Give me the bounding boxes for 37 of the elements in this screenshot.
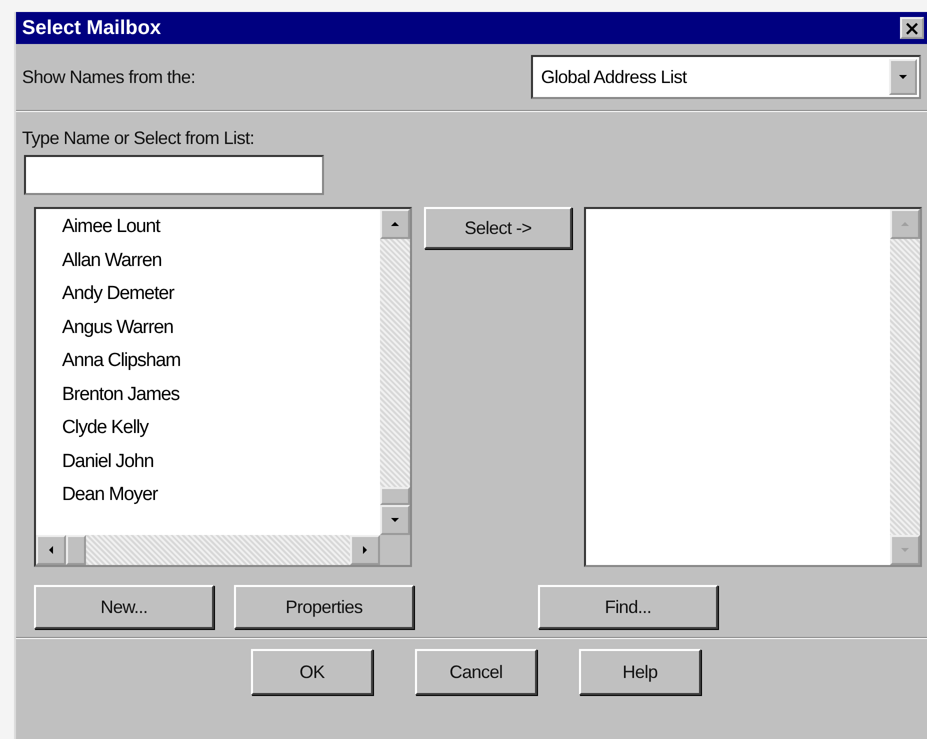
dialog-button[interactable]: Cancel [415, 649, 537, 695]
name-list-item[interactable]: Dean Moyer [62, 483, 380, 516]
down-arrow-icon [898, 72, 908, 82]
name-list-item[interactable]: Clyde Kelly [62, 416, 380, 450]
right-arrow-icon [360, 545, 370, 555]
horizontal-scrollbar[interactable] [36, 535, 380, 565]
dialog-button[interactable]: New... [34, 585, 214, 629]
down-arrow-icon [390, 515, 400, 525]
name-list-item[interactable]: Angus Warren [62, 316, 380, 349]
type-name-label: Type Name or Select from List: [22, 128, 254, 148]
name-list-item[interactable]: Anna Clipsham [62, 349, 380, 382]
close-button[interactable]: × [900, 17, 924, 39]
scrollbar-corner [380, 535, 410, 565]
vertical-scrollbar[interactable] [380, 209, 410, 535]
name-list-item[interactable]: Brenton James [62, 382, 380, 416]
down-arrow-icon [900, 545, 910, 555]
dialog-button[interactable]: Help [579, 649, 701, 695]
window-title: Select Mailbox [22, 16, 161, 40]
select-button[interactable]: Select -> [424, 207, 572, 249]
up-arrow-icon [390, 219, 400, 229]
dialog-button[interactable]: OK [251, 649, 373, 695]
scroll-arrow-button[interactable] [36, 535, 66, 565]
show-names-label: Show Names from the: [22, 66, 196, 86]
scroll-arrow-button[interactable] [380, 209, 410, 239]
address-list-dropdown[interactable]: Global Address List [531, 55, 921, 99]
find-button[interactable]: Find... [538, 585, 718, 629]
up-arrow-icon [900, 219, 910, 229]
scroll-thumb[interactable] [380, 487, 410, 505]
name-list-item[interactable]: Daniel John [62, 450, 380, 483]
dialog-button[interactable]: Properties [234, 585, 414, 629]
name-list-item[interactable]: Aimee Lount [62, 215, 380, 248]
name-input-field[interactable] [24, 155, 324, 195]
scroll-arrow-button[interactable] [350, 535, 380, 565]
name-list-item[interactable]: Allan Warren [62, 248, 380, 282]
name-list-item[interactable]: Andy Demeter [62, 282, 380, 316]
scroll-arrow-button[interactable] [380, 505, 410, 535]
scroll-thumb[interactable] [66, 535, 86, 565]
